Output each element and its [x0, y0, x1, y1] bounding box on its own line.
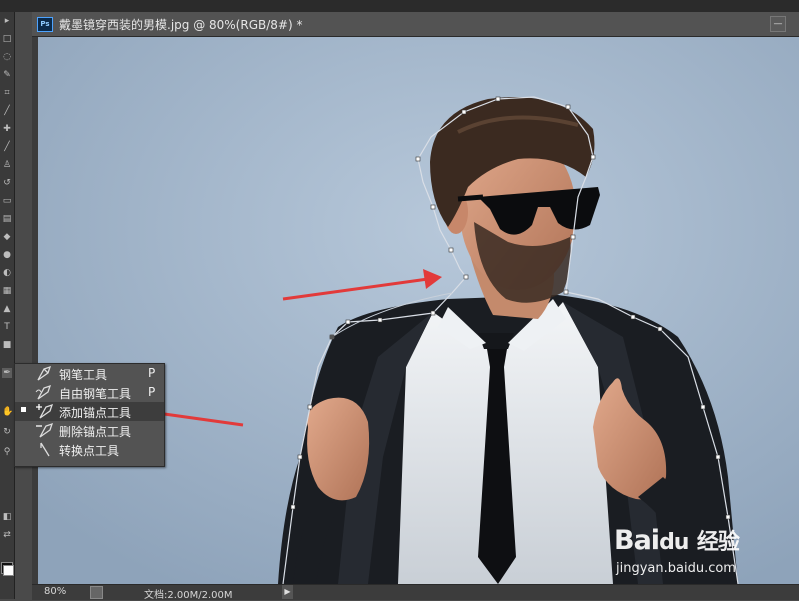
add-anchor-icon	[36, 403, 54, 419]
move-tool-icon[interactable]: ▸	[2, 16, 12, 26]
dodge-tool-icon[interactable]: ●	[2, 250, 12, 260]
blur-tool-icon[interactable]: ◆	[2, 232, 12, 242]
document-window: Ps 戴墨镜穿西装的男模.jpg @ 80%(RGB/8#) * — 80% 文…	[32, 12, 799, 601]
photo-illustration	[38, 37, 799, 584]
status-bar: 80% 文档:2.00M/2.00M ▶	[32, 584, 799, 601]
watermark-logo: Baidu 经验	[614, 525, 740, 556]
selected-indicator-icon	[21, 407, 26, 412]
hand-tool-icon[interactable]: ✋	[2, 407, 13, 417]
image-canvas[interactable]	[38, 37, 799, 584]
sponge-tool-icon[interactable]: ▦	[2, 286, 12, 296]
flyout-item-freeform-pen[interactable]: 自由钢笔工具 P	[15, 383, 164, 402]
freeform-pen-icon	[35, 384, 52, 400]
pen-tool-flyout-menu: 钢笔工具 P 自由钢笔工具 P 添加锚点工具 删除锚点工具 转换点工具	[14, 363, 165, 467]
brush-tool-icon[interactable]: ╱	[2, 142, 12, 152]
tools-panel: ▸ □ ◌ ✎ ⌗ ╱ ✚ ╱ ♙ ↺ ▭ ▤ ◆ ● ◐ ▦ ▲ T ■ ✒ …	[0, 12, 15, 599]
eraser-tool-icon[interactable]: ▭	[2, 196, 12, 206]
document-title: 戴墨镜穿西装的男模.jpg @ 80%(RGB/8#) *	[59, 18, 303, 32]
swap-colors-icon[interactable]: ⇄	[2, 530, 12, 540]
lasso-tool-icon[interactable]: ◌	[2, 52, 12, 62]
zoom-level[interactable]: 80%	[44, 586, 66, 597]
marquee-tool-icon[interactable]: □	[2, 34, 12, 44]
watermark-url: jingyan.baidu.com	[616, 561, 736, 576]
flyout-item-delete-anchor[interactable]: 删除锚点工具	[15, 421, 164, 440]
healing-brush-tool-icon[interactable]: ✚	[2, 124, 12, 134]
rotate-view-tool-icon[interactable]: ↻	[2, 427, 12, 437]
quick-select-tool-icon[interactable]: ✎	[2, 70, 12, 80]
direction-handle	[329, 334, 335, 340]
background-color-swatch[interactable]	[3, 565, 14, 576]
history-brush-tool-icon[interactable]: ↺	[2, 178, 12, 188]
pen-icon	[37, 365, 52, 381]
path-select-tool-icon[interactable]: ▲	[2, 304, 12, 314]
photoshop-logo-icon: Ps	[37, 17, 53, 32]
status-info-icon[interactable]	[90, 586, 103, 599]
burn-tool-icon[interactable]: ◐	[2, 268, 12, 278]
document-tab[interactable]: Ps 戴墨镜穿西装的男模.jpg @ 80%(RGB/8#) * —	[32, 12, 799, 37]
application-top-bar	[0, 0, 799, 12]
baidu-jingyan-watermark: Baidu 经验 jingyan.baidu.com	[612, 524, 762, 584]
default-colors-icon[interactable]: ◧	[2, 512, 12, 522]
status-menu-arrow-icon[interactable]: ▶	[282, 585, 293, 599]
clone-stamp-tool-icon[interactable]: ♙	[2, 160, 12, 170]
zoom-tool-icon[interactable]: ⚲	[2, 447, 12, 457]
type-tool-icon[interactable]: T	[2, 322, 12, 332]
flyout-item-add-anchor[interactable]: 添加锚点工具	[15, 402, 164, 421]
minimize-button[interactable]: —	[770, 16, 786, 32]
flyout-item-convert-point[interactable]: 转换点工具	[15, 440, 164, 459]
eyedropper-tool-icon[interactable]: ╱	[2, 106, 12, 116]
delete-anchor-icon	[36, 422, 54, 438]
flyout-item-pen[interactable]: 钢笔工具 P	[15, 364, 164, 383]
gradient-tool-icon[interactable]: ▤	[2, 214, 12, 224]
crop-tool-icon[interactable]: ⌗	[2, 88, 12, 98]
pen-tool-icon[interactable]: ✒	[2, 368, 12, 378]
convert-point-icon	[40, 442, 50, 457]
shape-tool-icon[interactable]: ■	[2, 340, 12, 350]
